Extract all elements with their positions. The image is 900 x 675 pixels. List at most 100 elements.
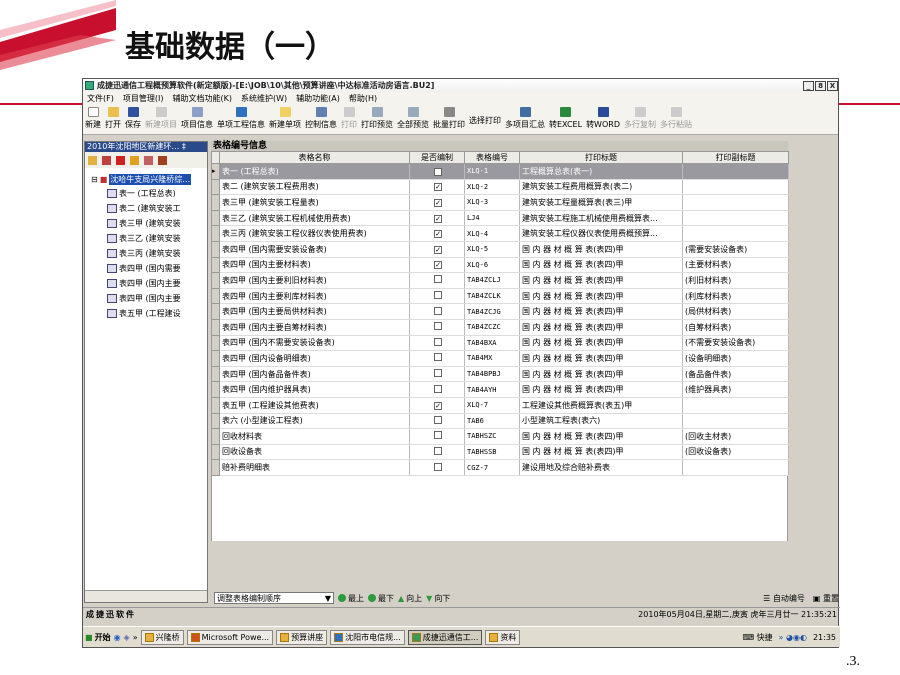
- cell-name[interactable]: 表四甲 (国内主要局供材料表): [219, 303, 410, 320]
- cell-subtitle[interactable]: [682, 194, 789, 211]
- start-button[interactable]: ■ 开始: [85, 632, 111, 643]
- cell-name[interactable]: 表四甲 (国内需要安装设备表): [219, 241, 410, 258]
- checkbox-unchecked[interactable]: [434, 275, 442, 284]
- multi-copy-button[interactable]: 多行复制: [624, 107, 656, 130]
- cell-subtitle[interactable]: [682, 225, 789, 242]
- cell-code[interactable]: CGZ-7: [464, 459, 520, 476]
- cell-print-title[interactable]: 国 内 器 材 概 算 表(表四)甲: [519, 303, 683, 320]
- table-row[interactable]: 回收材料表 TABHSZC 国 内 器 材 概 算 表(表四)甲 (回收主材表): [211, 428, 789, 445]
- table-row[interactable]: 表三乙 (建筑安装工程机械使用费表) ✓ LJ4 建筑安装工程施工机械使用费概算表..…: [211, 209, 789, 227]
- cell-subtitle[interactable]: [682, 413, 789, 430]
- cell-subtitle[interactable]: (利旧材料表): [682, 272, 789, 289]
- cell-name[interactable]: 赔补费明细表: [219, 459, 410, 476]
- tree-node[interactable]: 表五甲 (工程建设: [85, 306, 207, 321]
- checkbox-checked[interactable]: ✓: [434, 401, 442, 410]
- row-selector[interactable]: [211, 225, 220, 242]
- checkbox-unchecked[interactable]: [434, 431, 442, 440]
- cell-name[interactable]: 表四甲 (国内主要材料表): [219, 257, 410, 274]
- task-button[interactable]: 兴隆桥: [140, 629, 184, 645]
- col-header-print-title[interactable]: 打印标题: [519, 151, 683, 164]
- cell-subtitle[interactable]: (局供材料表): [682, 303, 789, 320]
- cell-print-title[interactable]: 国 内 器 材 概 算 表(表四)甲: [519, 381, 683, 398]
- cell-subtitle[interactable]: [682, 163, 789, 180]
- task-button-active[interactable]: 成捷迅通信工...: [407, 629, 483, 645]
- cell-print-title[interactable]: 建筑安装工程费用概算表(表二): [519, 179, 683, 196]
- cell-print-title[interactable]: 国 内 器 材 概 算 表(表四)甲: [519, 272, 683, 289]
- menu-tools[interactable]: 辅助功能(A): [296, 93, 340, 104]
- menu-docs[interactable]: 辅助文档功能(K): [172, 93, 232, 104]
- tree-horizontal-scrollbar[interactable]: [85, 590, 207, 602]
- cell-compiled[interactable]: [409, 319, 465, 336]
- cell-code[interactable]: TAB4BXA: [464, 335, 520, 352]
- checkbox-checked[interactable]: ✓: [434, 245, 442, 254]
- table-row[interactable]: 表四甲 (国内主要自筹材料表) TAB4ZCZC 国 内 器 材 概 算 表(表四)…: [211, 318, 789, 336]
- cell-print-title[interactable]: 国 内 器 材 概 算 表(表四)甲: [519, 241, 683, 258]
- col-header-subtitle[interactable]: 打印副标题: [682, 151, 789, 164]
- cell-name[interactable]: 表四甲 (国内设备明细表): [219, 350, 410, 367]
- cell-print-title[interactable]: 国 内 器 材 概 算 表(表四)甲: [519, 257, 683, 274]
- cell-subtitle[interactable]: [682, 397, 789, 414]
- single-project-info-button[interactable]: 单项工程信息: [217, 107, 265, 130]
- ime-indicator[interactable]: ⌨ 快捷: [742, 632, 772, 643]
- checkbox-checked[interactable]: ✓: [434, 167, 442, 176]
- project-info-button[interactable]: 项目信息: [181, 107, 213, 130]
- table-row[interactable]: 表三甲 (建筑安装工程量表) ✓ XLQ-3 建筑安装工程量概算表(表三)甲: [211, 194, 789, 211]
- cell-print-title[interactable]: 小型建筑工程表(表六): [519, 413, 683, 430]
- move-top-button[interactable]: 最上: [338, 593, 364, 604]
- cell-code[interactable]: TAB4MX: [464, 350, 520, 367]
- move-down-button[interactable]: ▼ 向下: [426, 593, 450, 604]
- table-row[interactable]: 表四甲 (国内设备明细表) TAB4MX 国 内 器 材 概 算 表(表四)甲 (设备…: [211, 350, 789, 367]
- cell-subtitle[interactable]: (设备明细表): [682, 350, 789, 367]
- table-row[interactable]: 表四甲 (国内维护器具表) TAB4AYH 国 内 器 材 概 算 表(表四)甲 (维…: [211, 381, 789, 398]
- cell-compiled[interactable]: [409, 459, 465, 476]
- row-selector[interactable]: [211, 412, 220, 430]
- cell-name[interactable]: 表六 (小型建设工程表): [219, 413, 410, 430]
- print-preview-button[interactable]: 打印预览: [361, 107, 393, 130]
- checkbox-checked[interactable]: ✓: [434, 261, 442, 270]
- new-single-button[interactable]: 新建单项: [269, 107, 301, 130]
- cell-code[interactable]: XLQ-7: [464, 397, 520, 414]
- reset-button[interactable]: ▣ 重置: [813, 593, 839, 604]
- tree-root[interactable]: ⊟ ■ 沈哈牛支局兴隆桥综…: [85, 172, 207, 186]
- control-info-button[interactable]: 控制信息: [305, 107, 337, 130]
- table-row[interactable]: 表四甲 (国内主要利旧材料表) TAB4ZCLJ 国 内 器 材 概 算 表(表四)…: [211, 272, 789, 289]
- checkbox-unchecked[interactable]: [434, 384, 442, 393]
- cell-name[interactable]: 表二 (建筑安装工程费用表): [219, 179, 410, 196]
- cell-code[interactable]: TAB4ZCZC: [464, 319, 520, 336]
- cell-code[interactable]: TAB6: [464, 413, 520, 430]
- checkbox-checked[interactable]: ✓: [434, 198, 442, 207]
- checkbox-unchecked[interactable]: [434, 306, 442, 315]
- cell-code[interactable]: TAB4BPBJ: [464, 366, 520, 383]
- cell-subtitle[interactable]: (自筹材料表): [682, 319, 789, 336]
- cell-print-title[interactable]: 国 内 器 材 概 算 表(表四)甲: [519, 335, 683, 352]
- cell-subtitle[interactable]: (备品备件表): [682, 366, 789, 383]
- cell-compiled[interactable]: ✓: [409, 257, 465, 274]
- close-button[interactable]: X: [827, 80, 838, 91]
- tree-node[interactable]: 表四甲 (国内需要: [85, 261, 207, 276]
- cell-name[interactable]: 表五甲 (工程建设其他费表): [219, 397, 410, 414]
- cell-print-title[interactable]: 工程建设其他费概算表(表五)甲: [519, 397, 683, 414]
- cell-subtitle[interactable]: [682, 459, 789, 476]
- cell-name[interactable]: 表一 (工程总表): [219, 163, 410, 180]
- cell-name[interactable]: 表三乙 (建筑安装工程机械使用费表): [219, 210, 410, 227]
- cell-subtitle[interactable]: (需要安装设备表): [682, 241, 789, 258]
- cell-print-title[interactable]: 国 内 器 材 概 算 表(表四)甲: [519, 428, 683, 445]
- to-word-button[interactable]: 转WORD: [586, 107, 620, 130]
- to-excel-button[interactable]: 转EXCEL: [549, 107, 582, 130]
- cell-name[interactable]: 回收材料表: [219, 428, 410, 445]
- open-button[interactable]: 打开: [105, 107, 121, 130]
- tree-node[interactable]: 表三乙 (建筑安装: [85, 231, 207, 246]
- task-button[interactable]: 资料: [485, 629, 521, 645]
- cell-compiled[interactable]: ✓: [409, 163, 465, 180]
- row-selector[interactable]: [211, 396, 220, 414]
- table-row[interactable]: 表六 (小型建设工程表) TAB6 小型建筑工程表(表六): [211, 412, 789, 430]
- cell-code[interactable]: TABHSSB: [464, 444, 520, 461]
- table-row[interactable]: 表三丙 (建筑安装工程仪器仪表使用费表) ✓ XLQ-4 建筑安装工程仪器仪表使用费概…: [211, 225, 789, 242]
- quicklaunch-icon[interactable]: ◈: [124, 633, 130, 642]
- col-header-code[interactable]: 表格编号: [464, 151, 520, 164]
- cell-code[interactable]: TAB4ZCJG: [464, 303, 520, 320]
- cell-compiled[interactable]: [409, 413, 465, 430]
- task-button[interactable]: Microsoft Powe...: [186, 629, 274, 645]
- cell-name[interactable]: 回收设备表: [219, 444, 410, 461]
- checkbox-unchecked[interactable]: [434, 446, 442, 455]
